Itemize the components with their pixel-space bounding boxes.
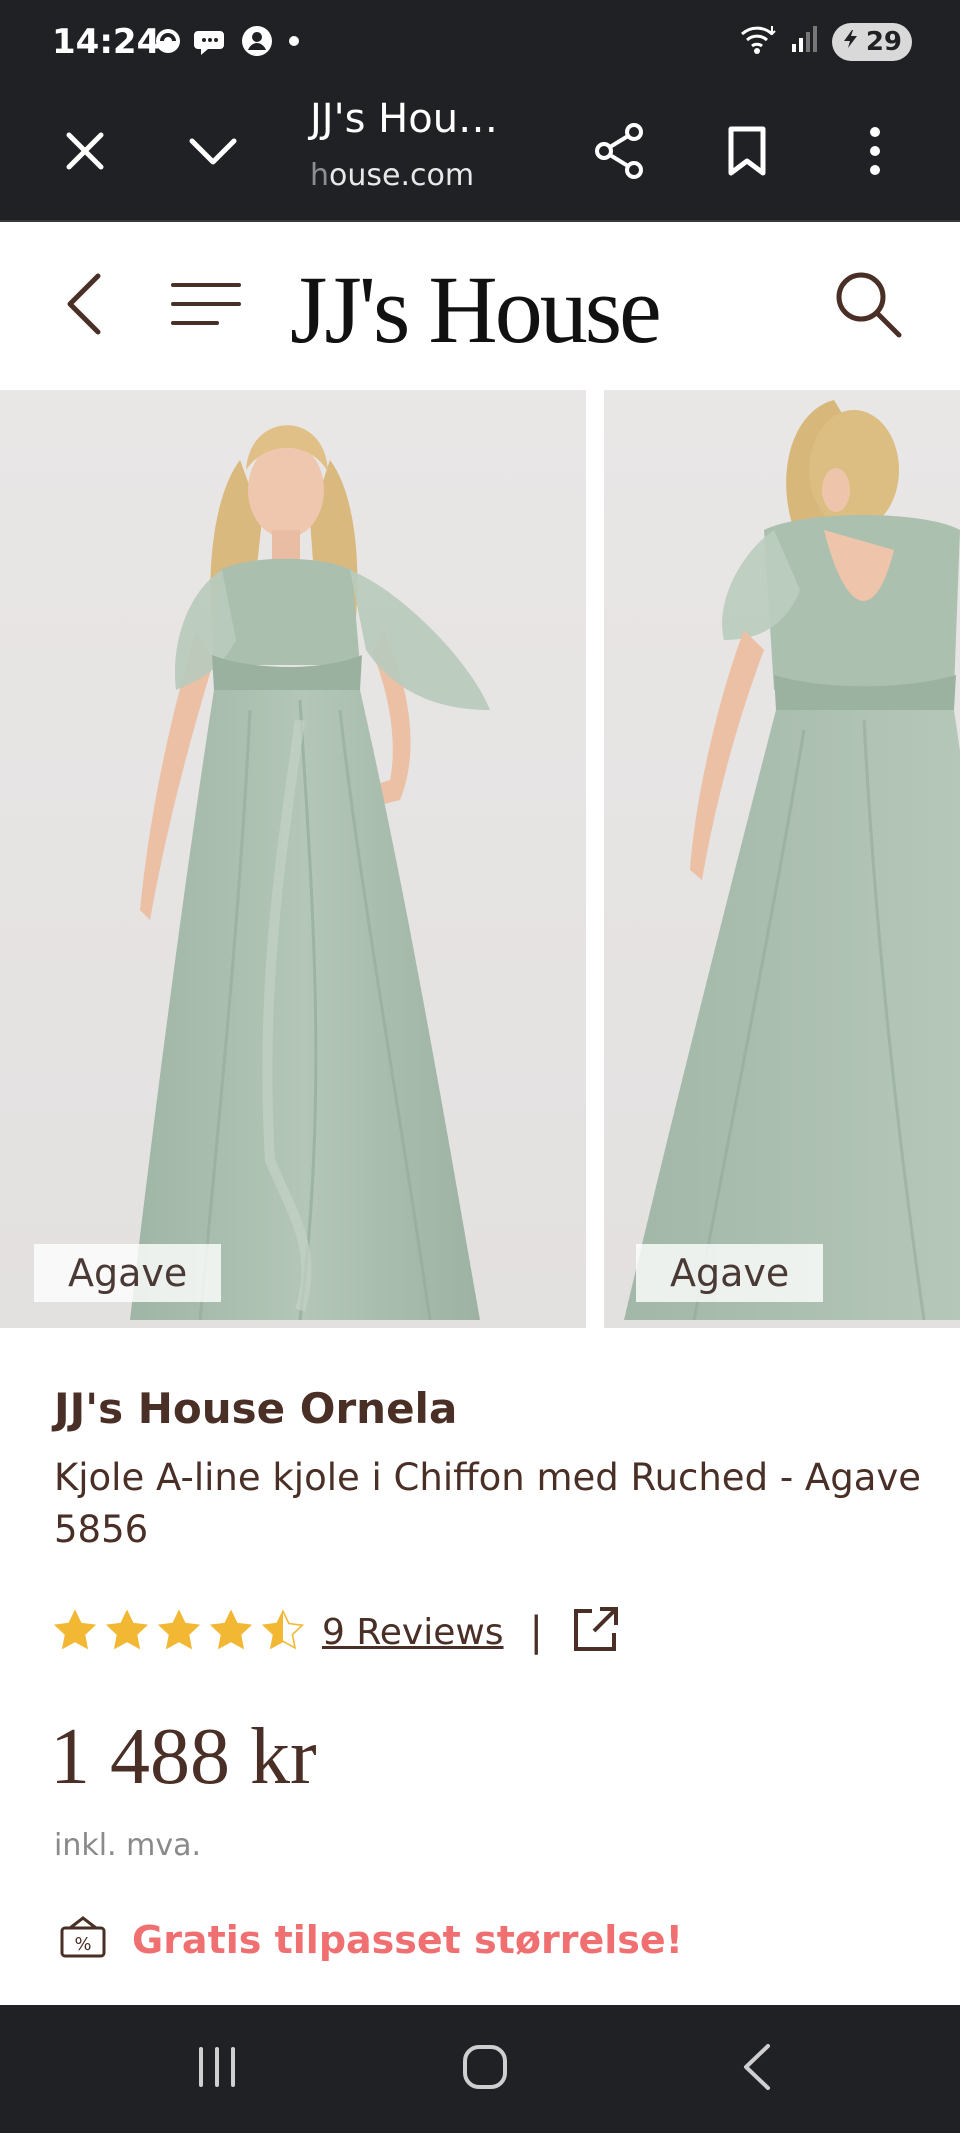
external-link-icon: [570, 1605, 620, 1660]
home-button[interactable]: [440, 2029, 530, 2109]
search-button[interactable]: [818, 256, 918, 356]
rating-row: 9 Reviews |: [52, 1600, 625, 1664]
sync-icon: [152, 25, 184, 62]
nav-back-button[interactable]: [712, 2029, 802, 2109]
collapse-button[interactable]: [168, 108, 258, 198]
signal-icon: [790, 24, 820, 59]
dot-icon: [284, 31, 304, 56]
share-icon: [592, 122, 646, 185]
product-image-back[interactable]: Agave: [604, 390, 960, 1328]
share-button[interactable]: [574, 108, 664, 198]
menu-icon: [171, 281, 241, 332]
reviews-link[interactable]: 9 Reviews: [322, 1612, 504, 1653]
browser-toolbar: JJ's Hou… house.com: [0, 84, 960, 222]
page-url[interactable]: house.com: [310, 158, 474, 193]
dress-back-illustration: [624, 400, 960, 1321]
more-vert-icon: [868, 126, 882, 181]
star-icon: [156, 1608, 202, 1657]
color-tag-back: Agave: [636, 1244, 824, 1302]
site-logo[interactable]: JJ's House: [290, 254, 662, 365]
product-price: 1 488 kr: [50, 1713, 317, 1801]
chat-icon: [194, 25, 230, 62]
product-name: Kjole A-line kjole i Chiffon med Ruched …: [54, 1452, 960, 1556]
status-time: 14:24: [52, 22, 161, 62]
vat-note: inkl. mva.: [54, 1828, 202, 1863]
back-icon: [740, 2042, 774, 2097]
bookmark-icon: [727, 125, 767, 182]
battery-indicator: 29: [831, 22, 912, 61]
discount-tag-icon: %: [58, 1914, 108, 1965]
battery-icon: [840, 27, 862, 57]
url-domain: ouse.com: [329, 158, 475, 193]
promo-text: Gratis tilpasset størrelse!: [132, 1917, 683, 1962]
product-name-line1: Kjole A-line kjole i Chiffon med Ruched …: [54, 1456, 922, 1499]
home-icon: [461, 2043, 509, 2096]
search-icon: [833, 269, 903, 344]
url-fade-prefix: h: [310, 158, 330, 193]
recents-button[interactable]: [172, 2029, 262, 2109]
status-icons-left: [152, 24, 304, 63]
chevron-down-icon: [188, 136, 238, 171]
page-title[interactable]: JJ's Hou…: [310, 96, 498, 142]
menu-button[interactable]: [156, 256, 256, 356]
account-icon: [240, 24, 274, 63]
battery-level: 29: [865, 26, 902, 57]
rating-stars: [52, 1608, 306, 1657]
star-icon: [52, 1608, 98, 1657]
more-options-button[interactable]: [830, 108, 920, 198]
external-link-button[interactable]: [565, 1602, 625, 1662]
site-header: JJ's House: [0, 222, 960, 390]
discount-tag-text: %: [74, 1934, 91, 1955]
bookmark-button[interactable]: [702, 108, 792, 198]
dress-front-illustration: [130, 425, 490, 1321]
product-gallery[interactable]: Agave Agave: [0, 390, 960, 1330]
status-icons-right: 29: [738, 22, 912, 61]
color-tag-front: Agave: [34, 1244, 222, 1302]
star-icon: [208, 1608, 254, 1657]
close-tab-button[interactable]: [40, 108, 130, 198]
wifi-icon: [738, 22, 778, 61]
recents-icon: [195, 2045, 239, 2094]
product-image-front[interactable]: Agave: [0, 390, 586, 1328]
status-bar: 14:24 29: [0, 0, 960, 84]
star-icon: [104, 1608, 150, 1657]
system-nav-bar: [0, 2005, 960, 2133]
star-icon: [260, 1608, 306, 1657]
close-icon: [63, 129, 107, 178]
chevron-left-icon: [64, 272, 104, 341]
separator: |: [529, 1609, 544, 1655]
product-name-line2: 5856: [54, 1508, 149, 1551]
product-brand: JJ's House Ornela: [54, 1384, 458, 1433]
promo-banner[interactable]: % Gratis tilpasset størrelse!: [58, 1914, 683, 1965]
back-button[interactable]: [34, 256, 134, 356]
